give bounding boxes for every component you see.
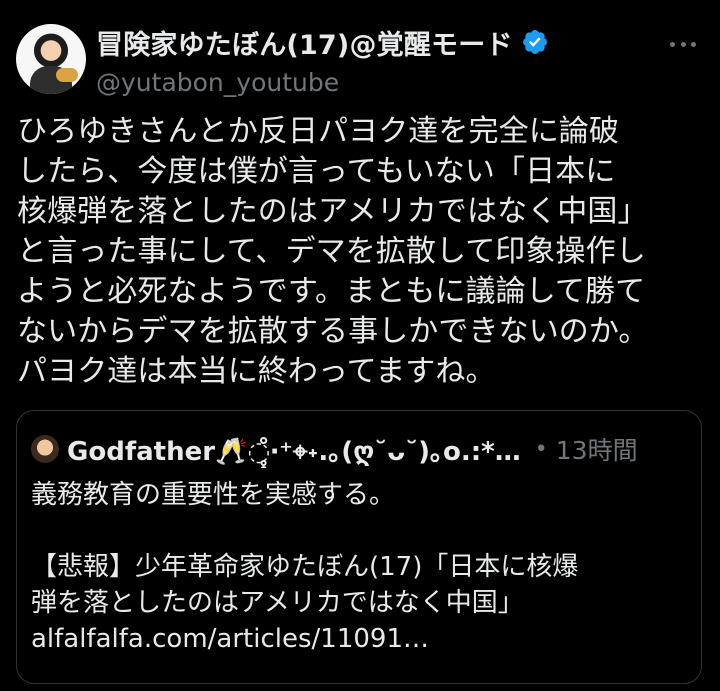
author-handle[interactable]: @yutabon_youtube	[96, 68, 339, 97]
quote-text: 義務教育の重要性を実感する。 【悲報】少年革命家ゆたぼん(17)「日本に核爆 弾…	[31, 480, 579, 654]
more-options-icon[interactable]	[670, 36, 696, 52]
quote-header: Godfather🥂◌̥̥̥̥̊‧⁺⌖˖.｡(ღ˘ᴗ˘)｡o.:*… • 13時…	[31, 431, 691, 467]
quote-timestamp[interactable]: 13時間	[556, 431, 638, 467]
verified-badge-icon	[522, 30, 547, 54]
author-display-name[interactable]: 冒険家ゆたぼん(17)@覚醒モード	[96, 23, 513, 62]
tweet-text: ひろゆきさんとか反日パヨク達を完全に論破 したら、今度は僕が言ってもいない「日本…	[17, 114, 649, 389]
avatar-food	[56, 68, 78, 82]
author-name-row[interactable]: 冒険家ゆたぼん(17)@覚醒モード	[96, 22, 549, 62]
quote-author-avatar[interactable]	[31, 435, 59, 463]
more-dot	[691, 41, 696, 47]
quote-author-name[interactable]: Godfather🥂◌̥̥̥̥̊‧⁺⌖˖.｡(ღ˘ᴗ˘)｡o.:*…	[67, 431, 521, 468]
more-dot	[670, 41, 675, 47]
author-avatar[interactable]	[16, 24, 86, 94]
quote-tweet-card[interactable]: Godfather🥂◌̥̥̥̥̊‧⁺⌖˖.｡(ღ˘ᴗ˘)｡o.:*… • 13時…	[16, 410, 702, 684]
quote-separator: •	[534, 436, 548, 462]
tweet-header: 冒険家ゆたぼん(17)@覚醒モード @yutabon_youtube	[16, 16, 704, 106]
more-dot	[680, 41, 686, 47]
